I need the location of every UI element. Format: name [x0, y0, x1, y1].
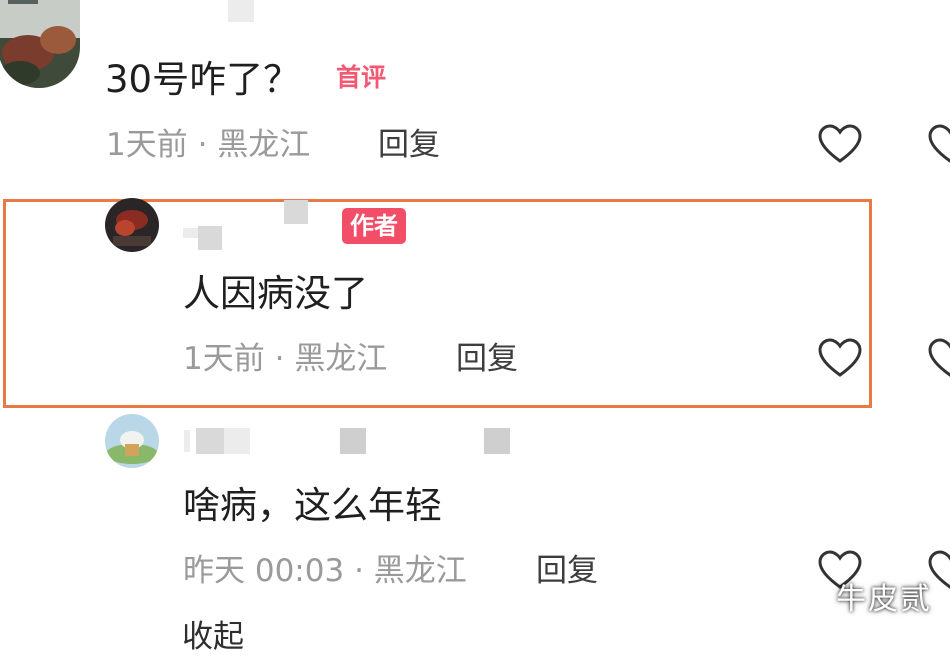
avatar[interactable] — [105, 414, 159, 468]
comment-time: 1天前 — [183, 341, 265, 377]
reply-button[interactable]: 回复 — [456, 340, 518, 378]
comment-text: 啥病，这么年轻 — [183, 484, 442, 527]
username-blur — [198, 226, 222, 250]
reply-button[interactable]: 回复 — [378, 126, 440, 164]
comment-location: 黑龙江 — [294, 341, 388, 377]
meta-separator: · — [197, 127, 208, 163]
username-blur — [340, 428, 366, 454]
first-comment-badge: 首评 — [336, 63, 387, 92]
comment-text: 30号咋了？ — [105, 58, 301, 101]
avatar[interactable] — [105, 198, 159, 252]
comment-text: 人因病没了 — [183, 272, 368, 315]
username-blur — [228, 0, 254, 22]
comment-location: 黑龙江 — [373, 553, 467, 589]
author-badge: 作者 — [342, 208, 406, 244]
comment-location: 黑龙江 — [217, 127, 311, 163]
username-blur — [183, 228, 199, 238]
heart-outline-icon[interactable] — [928, 124, 950, 164]
meta-separator: · — [274, 341, 285, 377]
comment-meta: 昨天 00:03 · 黑龙江 — [183, 552, 467, 590]
watermark: 牛皮贰 — [836, 582, 932, 617]
avatar[interactable] — [0, 0, 80, 88]
comment-meta: 1天前 · 黑龙江 — [106, 126, 310, 164]
username-blur — [284, 200, 308, 224]
heart-outline-icon[interactable] — [928, 338, 950, 378]
collapse-replies-button[interactable]: 收起 — [182, 618, 244, 656]
username-blur — [224, 428, 250, 454]
username-blur — [484, 428, 510, 454]
username-blur — [184, 430, 190, 452]
comment-time: 昨天 00:03 — [183, 553, 345, 589]
comment-meta: 1天前 · 黑龙江 — [183, 340, 387, 378]
heart-outline-icon[interactable] — [818, 338, 862, 378]
username-blur — [196, 428, 224, 454]
heart-outline-icon[interactable] — [818, 124, 862, 164]
meta-separator: · — [354, 553, 364, 589]
reply-button[interactable]: 回复 — [536, 552, 598, 590]
comment-time: 1天前 — [106, 127, 188, 163]
